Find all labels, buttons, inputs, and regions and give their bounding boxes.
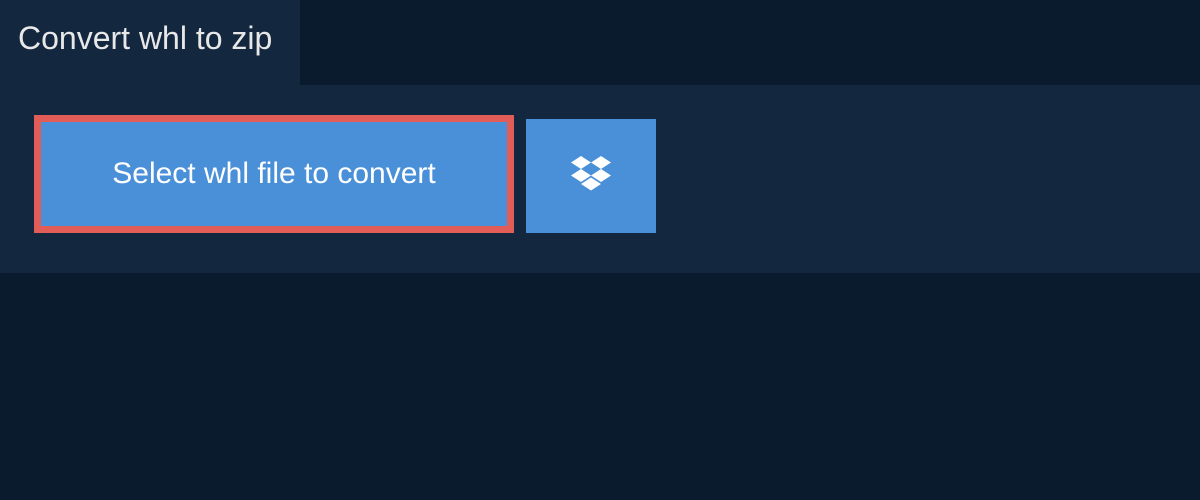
upload-panel: Select whl file to convert (0, 85, 1200, 273)
select-file-label: Select whl file to convert (112, 157, 435, 191)
tab-header[interactable]: Convert whl to zip (0, 0, 300, 85)
select-file-button[interactable]: Select whl file to convert (34, 115, 514, 233)
tab-title: Convert whl to zip (18, 20, 272, 56)
page-container: Convert whl to zip Select whl file to co… (0, 0, 1200, 500)
dropbox-button[interactable] (526, 119, 656, 233)
dropbox-icon (571, 156, 611, 195)
